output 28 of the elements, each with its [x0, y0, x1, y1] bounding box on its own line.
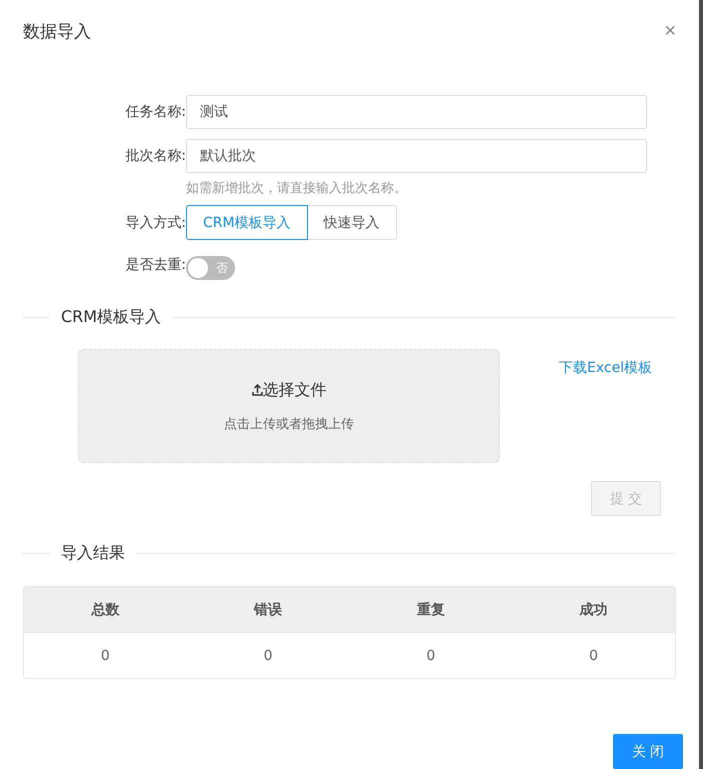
column-header: 成功	[578, 600, 609, 618]
table-cell-text: 0	[262, 648, 274, 664]
close-button[interactable]: ×	[660, 20, 680, 42]
field-label: 是否去重:	[124, 256, 186, 274]
radio-button[interactable]: 快速导入	[308, 205, 397, 240]
upload-label: 选择文件	[262, 380, 326, 400]
upload-hint: 点击上传或者拖拽上传	[224, 416, 354, 432]
download-link[interactable]: 下载Excel模板	[559, 359, 652, 377]
upload-area[interactable]: 选择文件 点击上传或者拖拽上传	[78, 349, 500, 463]
column-header: 错误	[252, 600, 284, 618]
table-cell-text: 0	[100, 648, 111, 664]
toggle-switch[interactable]: 否	[186, 256, 235, 280]
input-field[interactable]: 测试	[186, 95, 647, 129]
field-label: 导入方式:	[124, 214, 186, 232]
column-header: 重复	[416, 600, 446, 618]
dialog-title: 数据导入	[23, 20, 91, 42]
section-title: CRM模板导入	[60, 306, 162, 328]
field-label: 任务名称:	[124, 103, 186, 121]
section-title: 导入结果	[60, 542, 126, 564]
input-field[interactable]: 默认批次	[186, 139, 647, 173]
column-header: 总数	[90, 600, 120, 618]
table-cell-text: 0	[425, 648, 436, 664]
close-button[interactable]: 关 闭	[613, 734, 683, 769]
table-cell-text: 0	[588, 648, 600, 664]
radio-button[interactable]: CRM模板导入	[186, 205, 308, 240]
hint-text: 如需新增批次，请直接输入批次名称。	[186, 180, 407, 197]
field-label: 批次名称:	[124, 147, 186, 165]
upload-icon	[252, 384, 262, 396]
